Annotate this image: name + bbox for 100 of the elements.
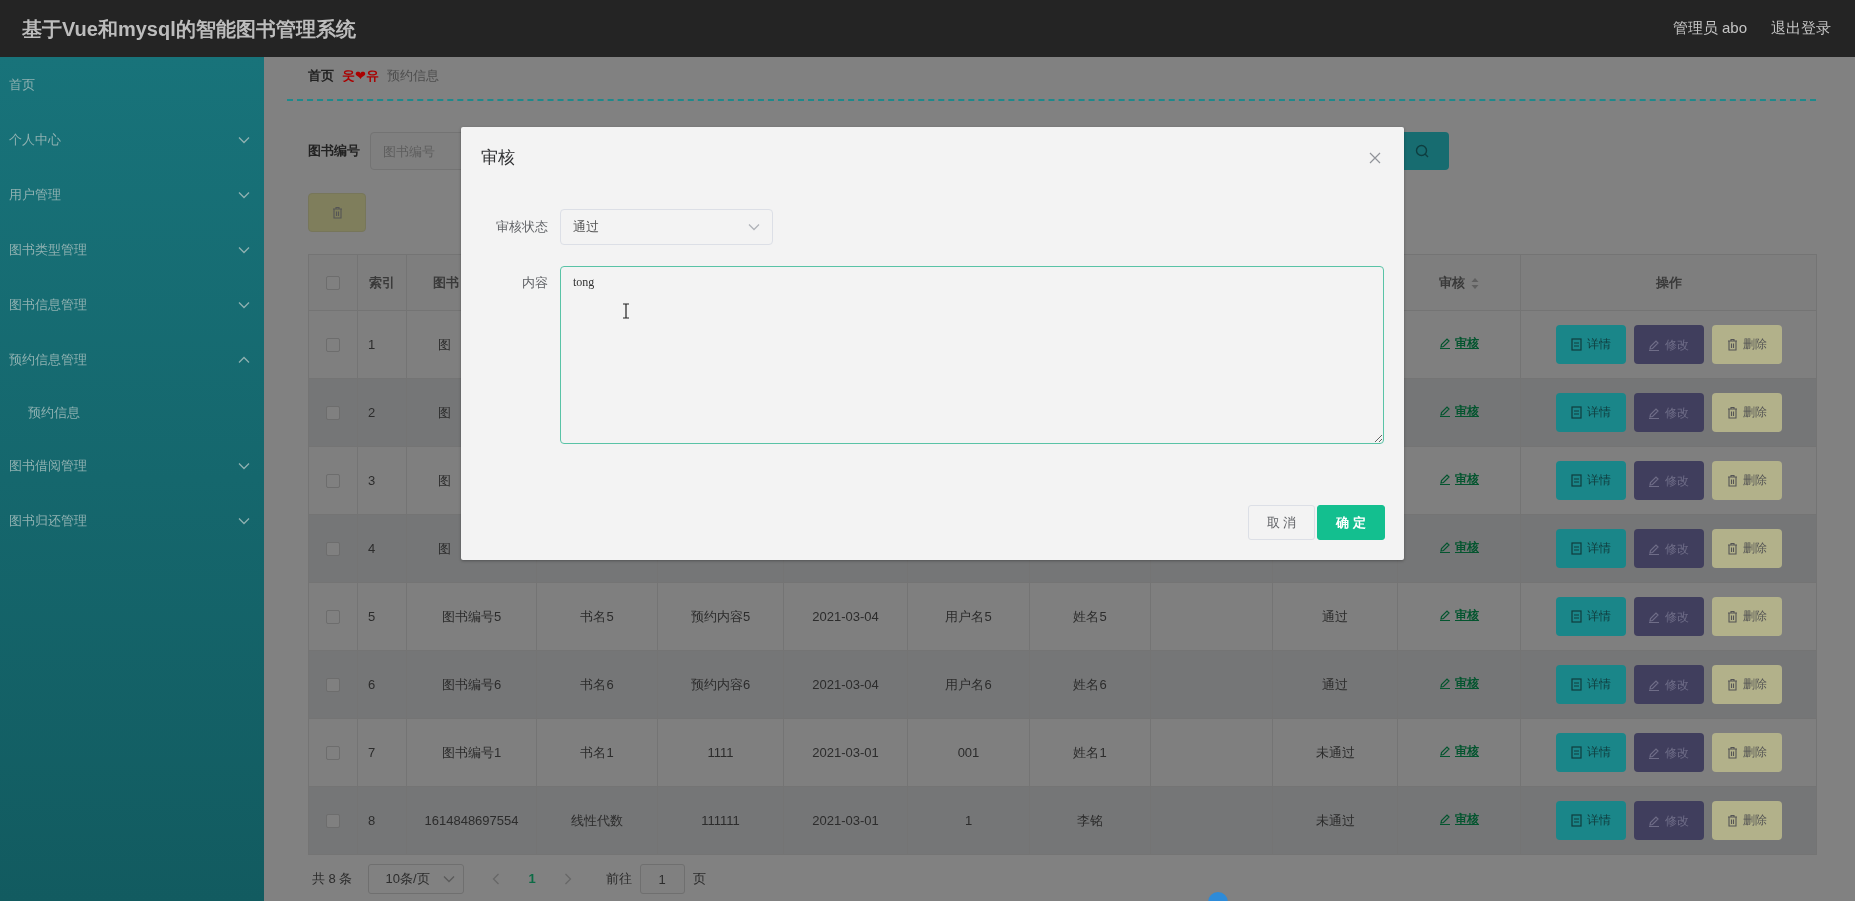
table-cell: 图 <box>438 472 451 488</box>
detail-button[interactable]: 详情 <box>1555 392 1626 432</box>
sidebar-item[interactable]: 图书借阅管理 <box>0 438 264 493</box>
close-icon[interactable] <box>1369 152 1381 164</box>
document-icon <box>1570 405 1582 419</box>
delete-button[interactable] <box>308 193 366 232</box>
delete-button[interactable]: 删除 <box>1711 324 1782 364</box>
detail-button[interactable]: 详情 <box>1555 732 1626 772</box>
chevron-down-icon <box>748 223 760 231</box>
chevron-down-icon <box>443 875 456 883</box>
pencil-icon <box>1648 746 1660 759</box>
detail-button[interactable]: 详情 <box>1555 664 1626 704</box>
pencil-icon <box>1439 337 1451 350</box>
table-cell: 1614848697554 <box>424 812 519 828</box>
table-cell: 图 <box>438 540 451 556</box>
delete-button[interactable]: 删除 <box>1711 460 1782 500</box>
review-link[interactable]: 审核 <box>1439 742 1479 761</box>
delete-button[interactable]: 删除 <box>1711 528 1782 568</box>
column-header: 图书 <box>433 274 459 290</box>
trash-icon <box>1726 541 1738 555</box>
pencil-icon <box>1439 813 1451 826</box>
trash-icon <box>1726 405 1738 419</box>
goto-label: 前往 <box>605 870 632 889</box>
trash-icon <box>331 206 343 219</box>
page-number[interactable]: 1 <box>528 869 536 889</box>
sidebar-item[interactable]: 预约信息管理 <box>0 332 264 387</box>
pencil-icon <box>1439 405 1451 418</box>
table-cell: 111111 <box>701 812 740 828</box>
status-select[interactable]: 通过 <box>560 209 773 245</box>
field-label: 内容 <box>521 274 549 292</box>
document-icon <box>1570 609 1582 623</box>
column-header[interactable]: 审核 <box>1439 274 1465 290</box>
page-size-select[interactable]: 10条/页 <box>368 864 465 894</box>
index-cell: 1 <box>368 336 376 352</box>
text-cursor-icon <box>622 303 630 319</box>
document-icon <box>1570 473 1582 487</box>
index-cell: 6 <box>368 676 376 692</box>
sidebar-item[interactable]: 用户管理 <box>0 167 264 222</box>
delete-button[interactable]: 删除 <box>1711 392 1782 432</box>
index-cell: 4 <box>368 540 376 556</box>
table-cell: 线性代数 <box>571 812 623 828</box>
review-link[interactable]: 审核 <box>1439 538 1479 557</box>
review-link[interactable]: 审核 <box>1439 334 1479 353</box>
sidebar-item[interactable]: 首页 <box>0 57 264 112</box>
delete-button[interactable]: 删除 <box>1711 732 1782 772</box>
trash-icon <box>1726 609 1738 623</box>
total-count: 共 8 条 <box>312 870 353 889</box>
sidebar-item[interactable]: 图书归还管理 <box>0 493 264 548</box>
review-link[interactable]: 审核 <box>1439 810 1479 829</box>
pencil-icon <box>1439 677 1451 690</box>
table-cell: 李铭 <box>1077 812 1103 828</box>
table-cell: 书名6 <box>580 676 614 692</box>
review-link[interactable]: 审核 <box>1439 674 1479 693</box>
detail-button[interactable]: 详情 <box>1555 460 1626 500</box>
table-cell: 用户名6 <box>945 676 992 692</box>
table-cell: 图书编号6 <box>441 676 502 692</box>
pencil-icon <box>1439 745 1451 758</box>
index-cell: 7 <box>368 744 376 760</box>
detail-button[interactable]: 详情 <box>1555 528 1626 568</box>
detail-button[interactable]: 详情 <box>1555 324 1626 364</box>
sidebar-item[interactable]: 个人中心 <box>0 112 264 167</box>
table-cell: 通过 <box>1322 608 1348 624</box>
table-cell: 2021-03-01 <box>812 812 879 828</box>
table-cell: 图书编号5 <box>441 608 502 624</box>
table-cell: 2021-03-01 <box>812 744 879 760</box>
table-cell: 预约内容6 <box>690 676 751 692</box>
sidebar-subitem[interactable]: 预约信息 <box>0 387 264 438</box>
breadcrumb-ornament: 웃❤유 <box>342 67 379 86</box>
delete-button[interactable]: 删除 <box>1711 664 1782 704</box>
table-cell: 书名5 <box>580 608 614 624</box>
user-link[interactable]: 管理员 abo <box>1672 17 1747 40</box>
confirm-button[interactable]: 确 定 <box>1317 505 1385 540</box>
trash-icon <box>1726 473 1738 487</box>
breadcrumb-link[interactable]: 首页 <box>308 66 334 86</box>
pencil-icon <box>1648 814 1660 827</box>
page-suffix: 页 <box>692 870 706 889</box>
review-link[interactable]: 审核 <box>1439 606 1479 625</box>
review-link[interactable]: 审核 <box>1439 402 1479 421</box>
table-cell: 1 <box>964 812 973 828</box>
column-header: 操作 <box>1655 274 1682 290</box>
index-cell: 2 <box>368 404 376 420</box>
sidebar-item[interactable]: 图书类型管理 <box>0 222 264 277</box>
content-field[interactable]: tong <box>560 266 1384 444</box>
page-jump-field[interactable]: 1 <box>639 864 685 894</box>
table-cell: 图 <box>438 404 451 420</box>
table-cell: 未通过 <box>1315 812 1355 828</box>
review-link[interactable]: 审核 <box>1439 470 1479 489</box>
sidebar-item[interactable]: 图书信息管理 <box>0 277 264 332</box>
detail-button[interactable]: 详情 <box>1555 800 1626 840</box>
table-cell: 书名1 <box>580 744 614 760</box>
logout-link[interactable]: 退出登录 <box>1771 17 1831 40</box>
detail-button[interactable]: 详情 <box>1555 596 1626 636</box>
table-cell: 2021-03-04 <box>812 676 879 692</box>
trash-icon <box>1726 745 1738 759</box>
cancel-button[interactable]: 取 消 <box>1247 505 1316 540</box>
sort-icon <box>1471 276 1479 290</box>
pencil-icon <box>1648 610 1660 623</box>
delete-button[interactable]: 删除 <box>1711 800 1782 840</box>
table-cell: 001 <box>957 744 980 760</box>
delete-button[interactable]: 删除 <box>1711 596 1782 636</box>
